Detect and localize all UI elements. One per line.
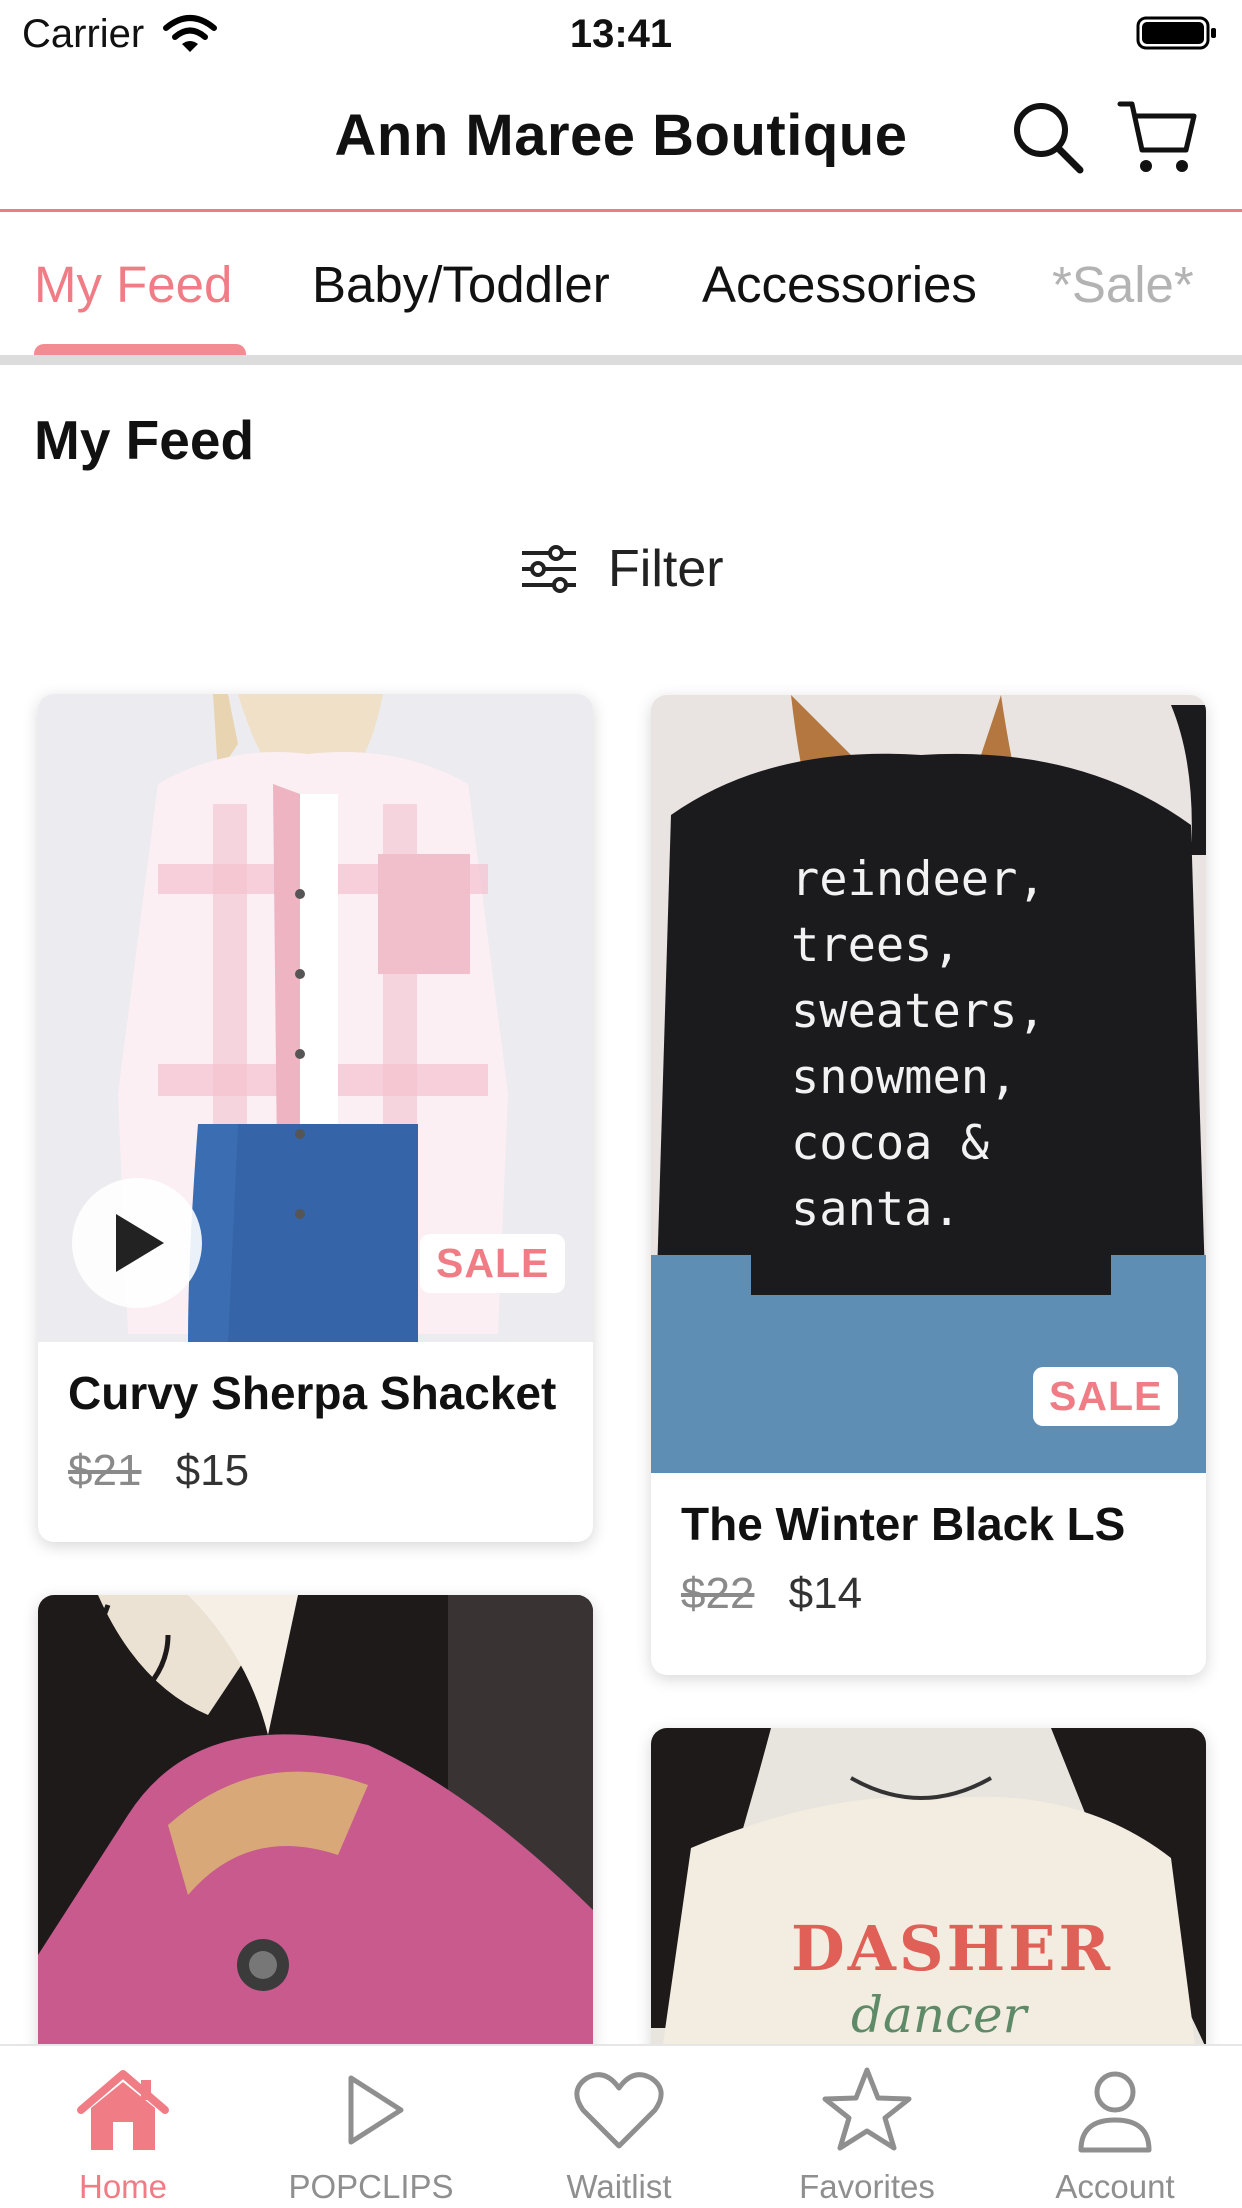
original-price: $22 [681, 1569, 755, 1618]
nav-popclips-label: POPCLIPS [288, 2168, 454, 2205]
person-icon [1078, 2071, 1152, 2153]
nav-popclips[interactable]: POPCLIPS [271, 2066, 471, 2206]
sale-price: $15 [175, 1446, 250, 1495]
nav-home[interactable]: Home [23, 2066, 223, 2206]
active-tab-indicator [34, 344, 246, 355]
product-image [38, 1595, 593, 2115]
app-screen: Carrier 13:41 Ann Maree Boutique My Feed… [0, 0, 1242, 2208]
price-row: $22 $14 [681, 1569, 1176, 1619]
shirt-print-line: snowmen, [791, 1050, 1018, 1105]
product-card[interactable]: SALE Curvy Sherpa Shacket $21 $15 [38, 694, 593, 1542]
play-video-button[interactable] [72, 1178, 202, 1308]
nav-account-label: Account [1055, 2168, 1175, 2205]
shirt-print-subtitle: dancer [851, 1986, 1027, 2044]
sale-badge: SALE [1033, 1367, 1179, 1426]
shirt-print-line: trees, [791, 918, 961, 973]
product-image: reindeer, trees, sweaters, snowmen, coco… [651, 695, 1206, 1473]
shirt-print-line: cocoa & [791, 1116, 990, 1171]
status-bar: Carrier 13:41 [0, 0, 1242, 66]
section-title: My Feed [34, 409, 255, 471]
sale-price: $14 [788, 1569, 863, 1618]
nav-waitlist[interactable]: Waitlist [519, 2066, 719, 2206]
filter-icon [522, 545, 576, 593]
product-card[interactable] [38, 1595, 593, 2115]
shirt-print-line: reindeer, [791, 852, 1046, 907]
star-icon [822, 2067, 912, 2151]
category-tab-bar: My Feed Baby/Toddler Accessories *Sale* [0, 215, 1242, 365]
tab-accessories[interactable]: Accessories [702, 255, 977, 314]
battery-icon [1136, 16, 1216, 50]
tab-sale[interactable]: *Sale* [1052, 255, 1194, 314]
nav-waitlist-label: Waitlist [566, 2168, 672, 2205]
product-name: The Winter Black LS [681, 1498, 1126, 1550]
filter-button[interactable]: Filter [520, 534, 724, 604]
nav-favorites-label: Favorites [799, 2168, 935, 2205]
tab-baby-toddler[interactable]: Baby/Toddler [312, 255, 610, 314]
product-card[interactable]: reindeer, trees, sweaters, snowmen, coco… [651, 695, 1206, 1675]
cart-icon [1117, 101, 1197, 172]
filter-label: Filter [608, 540, 724, 598]
product-info: Curvy Sherpa Shacket $21 $15 [38, 1366, 593, 1496]
search-button[interactable] [1008, 94, 1090, 180]
bottom-tab-bar: Home POPCLIPS Waitlist Favorites Account [0, 2044, 1242, 2208]
app-header: Ann Maree Boutique [0, 66, 1242, 212]
product-image: SALE [38, 694, 593, 1342]
shirt-print-line: sweaters, [791, 984, 1046, 1039]
shirt-print-text: reindeer, trees, sweaters, snowmen, coco… [791, 847, 1046, 1243]
heart-icon [574, 2072, 664, 2149]
shirt-print-title: DASHER [791, 1912, 1114, 1985]
sale-badge: SALE [420, 1234, 566, 1293]
nav-home-label: Home [78, 2168, 168, 2205]
home-icon [77, 2070, 169, 2150]
nav-account[interactable]: Account [1015, 2066, 1215, 2206]
cart-button[interactable] [1116, 94, 1198, 180]
price-row: $21 $15 [68, 1446, 563, 1496]
shirt-print-line: santa. [791, 1182, 961, 1237]
product-photo-cardigan [38, 1595, 593, 2115]
tab-my-feed[interactable]: My Feed [34, 255, 232, 314]
product-info: The Winter Black LS $22 $14 [651, 1497, 1206, 1619]
status-time: 13:41 [569, 12, 673, 56]
search-icon [1014, 103, 1084, 174]
play-icon [116, 1214, 164, 1272]
play-icon [348, 2075, 404, 2145]
nav-favorites[interactable]: Favorites [767, 2066, 967, 2206]
product-name: Curvy Sherpa Shacket [68, 1367, 557, 1419]
original-price: $21 [68, 1446, 142, 1495]
